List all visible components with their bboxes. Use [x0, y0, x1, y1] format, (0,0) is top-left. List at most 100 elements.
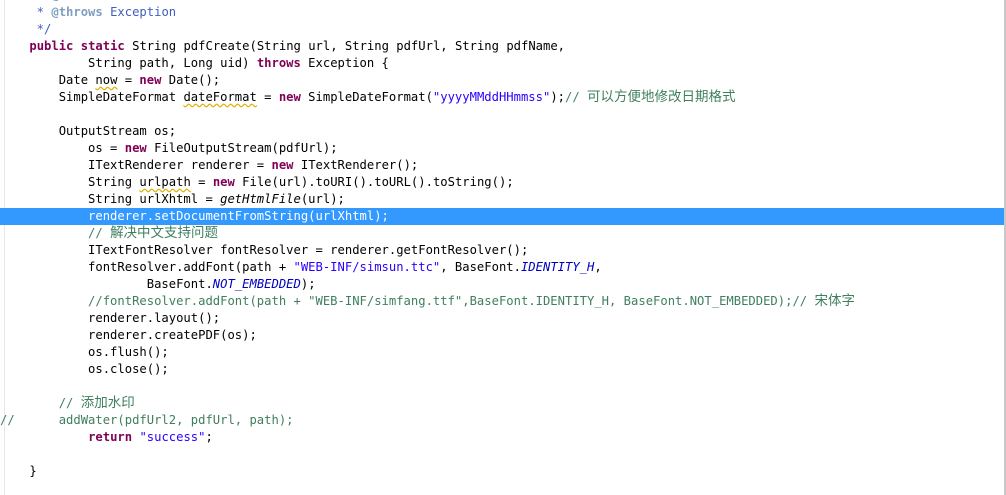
code-editor[interactable]: * @return * @throws Exception */ public …: [0, 0, 1006, 495]
code-line-selected[interactable]: renderer.setDocumentFromString(urlXhtml)…: [0, 208, 1006, 225]
code-line[interactable]: os.close();: [0, 361, 1006, 378]
code-token: getHtmlFile: [220, 192, 301, 206]
code-line[interactable]: ITextRenderer renderer = new ITextRender…: [0, 157, 1006, 174]
code-token: String path, Long uid): [0, 56, 257, 70]
code-token: );: [300, 277, 316, 291]
code-line[interactable]: String urlpath = new File(url).toURI().t…: [0, 174, 1006, 191]
code-line[interactable]: renderer.createPDF(os);: [0, 327, 1006, 344]
code-token: //: [0, 396, 81, 410]
code-token: =: [190, 175, 213, 189]
code-token: "WEB-INF/simsun.ttc": [293, 260, 441, 274]
code-token: now: [95, 73, 118, 87]
code-token: );: [550, 90, 566, 104]
code-line[interactable]: os.flush();: [0, 344, 1006, 361]
code-token: IDENTITY_H: [520, 260, 595, 274]
code-line[interactable]: Date now = new Date();: [0, 72, 1006, 89]
code-token: *: [0, 0, 51, 2]
code-token: renderer.setDocumentFromString(urlXhtml)…: [0, 209, 389, 223]
code-token: 添加水印: [80, 395, 135, 411]
code-token: 可以方便地修改日期格式: [587, 89, 736, 105]
code-line[interactable]: os = new FileOutputStream(pdfUrl);: [0, 140, 1006, 157]
code-line[interactable]: * @throws Exception: [0, 4, 1006, 21]
code-line[interactable]: SimpleDateFormat dateFormat = new Simple…: [0, 89, 1006, 106]
code-token: //: [0, 226, 111, 240]
code-line[interactable]: return "success";: [0, 429, 1006, 446]
code-token: SimpleDateFormat: [0, 90, 184, 104]
code-line[interactable]: OutputStream os;: [0, 123, 1006, 140]
code-token: FileOutputStream(pdfUrl);: [146, 141, 338, 155]
code-token: "yyyyMMddHHmmss": [432, 90, 551, 104]
code-token: */: [0, 22, 52, 36]
code-token: os =: [0, 141, 125, 155]
code-line[interactable]: BaseFont.NOT_EMBEDDED);: [0, 276, 1006, 293]
code-area[interactable]: * @return * @throws Exception */ public …: [0, 0, 1006, 495]
code-line[interactable]: // 添加水印: [0, 395, 1006, 412]
code-token: throws: [256, 56, 301, 70]
code-token: os.flush();: [0, 345, 169, 359]
code-token: //: [565, 90, 588, 104]
code-token: ;: [205, 430, 213, 444]
code-token: new: [278, 90, 301, 104]
code-line[interactable]: [0, 106, 1006, 123]
code-token: =: [256, 90, 279, 104]
code-token: NOT_EMBEDDED: [212, 277, 301, 291]
code-token: fontResolver.addFont(path +: [0, 260, 294, 274]
code-line[interactable]: ITextFontResolver fontResolver = rendere…: [0, 242, 1006, 259]
code-token: os.close();: [0, 362, 169, 376]
code-line[interactable]: public static String pdfCreate(String ur…: [0, 38, 1006, 55]
code-token: String: [0, 175, 140, 189]
code-line[interactable]: [0, 480, 1006, 495]
code-line[interactable]: String urlXhtml = getHtmlFile(url);: [0, 191, 1006, 208]
code-token: new: [139, 73, 162, 87]
code-token: //fontResolver.addFont(path + "WEB-INF/s…: [0, 294, 815, 308]
code-token: public: [29, 39, 74, 53]
code-line[interactable]: String path, Long uid) throws Exception …: [0, 55, 1006, 72]
code-line[interactable]: [0, 446, 1006, 463]
code-token: ITextRenderer();: [293, 158, 419, 172]
code-line[interactable]: [0, 378, 1006, 395]
code-token: new: [124, 141, 147, 155]
code-token: Exception {: [300, 56, 389, 70]
code-line[interactable]: */: [0, 21, 1006, 38]
code-token: =: [117, 73, 140, 87]
code-token: @throws: [51, 5, 103, 19]
code-token: static: [80, 39, 125, 53]
code-token: urlpath: [139, 175, 191, 189]
code-token: *: [0, 5, 52, 19]
code-token: Date: [0, 73, 96, 87]
code-token: }: [0, 464, 37, 478]
code-token: renderer.layout();: [0, 311, 221, 325]
code-token: 宋体字: [814, 293, 855, 309]
code-token: BaseFont.: [0, 277, 213, 291]
code-token: dateFormat: [183, 90, 257, 104]
code-line[interactable]: renderer.layout();: [0, 310, 1006, 327]
code-token: 解决中文支持问题: [110, 225, 219, 241]
code-token: String urlXhtml =: [0, 192, 221, 206]
code-token: (url);: [300, 192, 345, 206]
code-line[interactable]: }: [0, 463, 1006, 480]
code-token: return: [88, 430, 133, 444]
code-token: new: [271, 158, 294, 172]
code-token: String pdfCreate(String url, String pdfU…: [124, 39, 566, 53]
code-token: Date();: [161, 73, 221, 87]
code-token: // addWater(pdfUrl2, pdfUrl, path);: [0, 413, 294, 427]
code-token: File(url).toURI().toURL().toString();: [234, 175, 514, 189]
code-token: ITextFontResolver fontResolver = rendere…: [0, 243, 529, 257]
code-token: renderer.createPDF(os);: [0, 328, 257, 342]
code-line[interactable]: fontResolver.addFont(path + "WEB-INF/sim…: [0, 259, 1006, 276]
code-token: , BaseFont.: [440, 260, 521, 274]
code-token: ITextRenderer renderer =: [0, 158, 272, 172]
code-token: SimpleDateFormat(: [300, 90, 433, 104]
code-token: Exception: [102, 5, 177, 19]
code-token: @return: [51, 0, 102, 2]
code-token: ,: [594, 260, 602, 274]
code-token: new: [212, 175, 235, 189]
code-line[interactable]: //fontResolver.addFont(path + "WEB-INF/s…: [0, 293, 1006, 310]
code-token: "success": [139, 430, 206, 444]
code-token: OutputStream os;: [0, 124, 177, 138]
code-line[interactable]: // addWater(pdfUrl2, pdfUrl, path);: [0, 412, 1006, 429]
code-line[interactable]: // 解决中文支持问题: [0, 225, 1006, 242]
